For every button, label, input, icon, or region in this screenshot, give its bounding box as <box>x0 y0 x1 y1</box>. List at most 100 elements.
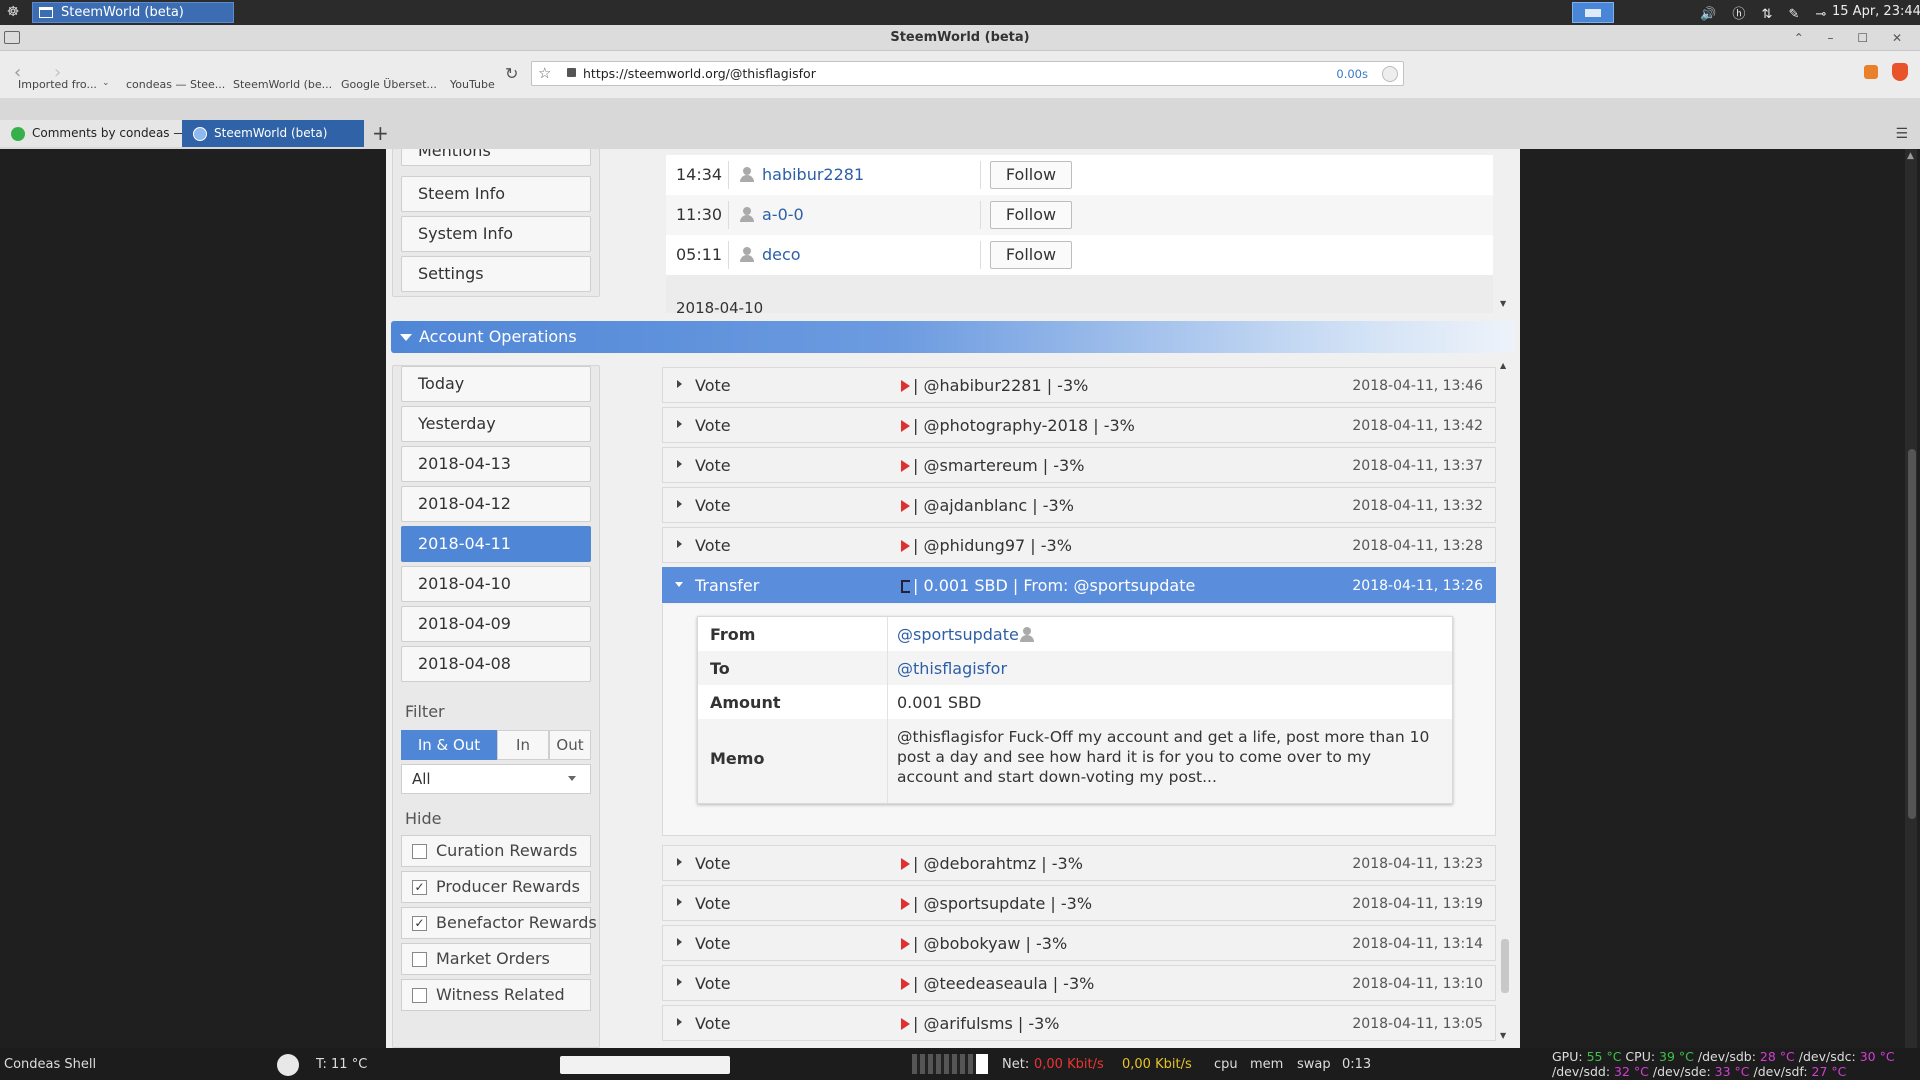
hide-producer-rewards[interactable]: ✓ Producer Rewards <box>401 871 591 903</box>
day-2018-04-12[interactable]: 2018-04-12 <box>401 486 591 522</box>
sidebar-item-mentions[interactable]: Mentions <box>401 149 591 166</box>
checkbox-checked[interactable]: ✓ <box>412 880 427 895</box>
expand-arrow-icon[interactable] <box>677 420 682 428</box>
day-2018-04-10[interactable]: 2018-04-10 <box>401 566 591 602</box>
window-titlebar[interactable]: SteemWorld (beta) ⌃ – ☐ ✕ <box>0 25 1920 51</box>
checkbox-unchecked[interactable] <box>412 952 427 967</box>
filter-label: Filter <box>405 702 445 721</box>
filter-out[interactable]: Out <box>549 730 591 760</box>
follow-button[interactable]: Follow <box>990 161 1072 189</box>
sidebar-item-system-info[interactable]: System Info <box>401 216 591 252</box>
hide-witness-related[interactable]: Witness Related <box>401 979 591 1011</box>
weather-moon-icon <box>277 1054 299 1076</box>
sde-label: /dev/sde: <box>1652 1064 1711 1079</box>
page-scrollbar[interactable]: ▲ <box>1905 149 1917 1048</box>
checkbox-unchecked[interactable] <box>412 844 427 859</box>
follower-user-link[interactable]: deco <box>762 245 801 264</box>
scroll-thumb[interactable] <box>1908 449 1916 819</box>
scroll-down-icon[interactable]: ▼ <box>1500 1031 1506 1040</box>
shell-label[interactable]: Condeas Shell <box>4 1057 96 1072</box>
sidebar-item-steem-info[interactable]: Steem Info <box>401 176 591 212</box>
operation-row[interactable]: Vote | @phidung97 | -3% 2018-04-11, 13:2… <box>662 527 1496 563</box>
operation-row[interactable]: Vote | @sportsupdate | -3% 2018-04-11, 1… <box>662 885 1496 921</box>
chevron-down-icon <box>568 776 576 781</box>
sdd-label: /dev/sdd: <box>1552 1064 1611 1079</box>
run-command-input[interactable] <box>560 1056 730 1074</box>
follower-row: 05:11 deco Follow <box>666 235 1493 275</box>
follow-button[interactable]: Follow <box>990 241 1072 269</box>
day-today[interactable]: Today <box>401 366 591 402</box>
follower-user-link[interactable]: a-0-0 <box>762 205 804 224</box>
day-yesterday[interactable]: Yesterday <box>401 406 591 442</box>
tab-steemworld[interactable]: SteemWorld (beta) <box>182 120 364 147</box>
expand-arrow-icon[interactable] <box>677 460 682 468</box>
day-2018-04-11[interactable]: 2018-04-11 <box>401 526 591 562</box>
bookmark-item[interactable]: condeas — Stee... <box>126 78 225 91</box>
collapse-triangle-icon[interactable] <box>400 334 412 341</box>
day-2018-04-13[interactable]: 2018-04-13 <box>401 446 591 482</box>
from-user-link[interactable]: @sportsupdate <box>897 625 1019 644</box>
operation-row[interactable]: Vote | @bobokyaw | -3% 2018-04-11, 13:14 <box>662 925 1496 961</box>
scroll-up-icon[interactable]: ▲ <box>1907 151 1914 161</box>
chevron-down-icon[interactable]: ⌄ <box>102 78 110 88</box>
amount-value: 0.001 SBD <box>897 693 982 712</box>
transfer-icon <box>901 580 910 593</box>
expand-arrow-icon[interactable] <box>677 380 682 388</box>
operation-row[interactable]: Vote | @smartereum | -3% 2018-04-11, 13:… <box>662 447 1496 483</box>
new-tab-button[interactable]: + <box>372 120 389 146</box>
follow-button[interactable]: Follow <box>990 201 1072 229</box>
user-icon[interactable] <box>1020 627 1034 642</box>
operation-row[interactable]: Vote | @ajdanblanc | -3% 2018-04-11, 13:… <box>662 487 1496 523</box>
operations-scrollbar[interactable]: ▲ ▼ <box>1500 361 1510 1045</box>
sidebar-item-settings[interactable]: Settings <box>401 256 591 292</box>
vote-flag-icon <box>901 1018 910 1030</box>
window-controls[interactable]: ⌃ – ☐ ✕ <box>1794 25 1912 51</box>
vote-flag-icon <box>901 420 910 432</box>
hamburger-menu-icon[interactable]: ☰ <box>1895 126 1908 142</box>
bookmark-item[interactable]: SteemWorld (be... <box>233 78 332 91</box>
window-menu-icon[interactable] <box>4 31 20 44</box>
day-2018-04-09[interactable]: 2018-04-09 <box>401 606 591 642</box>
type-select[interactable]: All <box>401 764 591 794</box>
scroll-down-icon[interactable]: ▼ <box>1500 299 1506 308</box>
bookmark-item[interactable]: Google Überset... <box>341 78 437 91</box>
expand-arrow-icon[interactable] <box>677 858 682 866</box>
operation-row-transfer[interactable]: Transfer | 0.001 SBD | From: @sportsupda… <box>662 567 1496 603</box>
bookmark-item[interactable]: Imported fro... <box>18 78 97 91</box>
checkbox-unchecked[interactable] <box>412 988 427 1003</box>
filter-in-out[interactable]: In & Out <box>401 730 497 760</box>
checkbox-checked[interactable]: ✓ <box>412 916 427 931</box>
scroll-up-icon[interactable]: ▲ <box>1500 361 1506 370</box>
collapse-arrow-icon[interactable] <box>675 582 683 587</box>
hide-benefactor-rewards[interactable]: ✓ Benefactor Rewards <box>401 907 597 939</box>
followers-scrollbar[interactable]: ▼ <box>1500 297 1510 311</box>
expand-arrow-icon[interactable] <box>677 500 682 508</box>
account-operations-header[interactable]: Account Operations <box>391 321 1515 353</box>
day-2018-04-08[interactable]: 2018-04-08 <box>401 646 591 682</box>
clock[interactable]: 15 Apr, 23:44 <box>1832 4 1920 19</box>
user-icon <box>740 247 754 262</box>
expand-arrow-icon[interactable] <box>677 938 682 946</box>
operation-row[interactable]: Vote | @teedeaseaula | -3% 2018-04-11, 1… <box>662 965 1496 1001</box>
operation-row[interactable]: Vote | @habibur2281 | -3% 2018-04-11, 13… <box>662 367 1496 403</box>
system-tray[interactable]: 🔊 ⓗ ⇅ ✎ ⊸ <box>1700 3 1832 22</box>
scroll-thumb[interactable] <box>1501 939 1509 993</box>
tab-comments[interactable]: Comments by condeas — <box>0 120 182 147</box>
operation-row[interactable]: Vote | @arifulsms | -3% 2018-04-11, 13:0… <box>662 1005 1496 1041</box>
expand-arrow-icon[interactable] <box>677 540 682 548</box>
bookmark-item[interactable]: YouTube <box>450 78 495 91</box>
operation-row[interactable]: Vote | @deborahtmz | -3% 2018-04-11, 13:… <box>662 845 1496 881</box>
taskbar-item-steemworld[interactable]: SteemWorld (beta) <box>32 2 234 23</box>
expand-arrow-icon[interactable] <box>677 898 682 906</box>
to-user-link[interactable]: @thisflagisfor <box>897 659 1007 678</box>
operation-row[interactable]: Vote | @photography-2018 | -3% 2018-04-1… <box>662 407 1496 443</box>
start-menu-icon[interactable]: ☸ <box>4 3 22 21</box>
hide-curation-rewards[interactable]: Curation Rewards <box>401 835 591 867</box>
hide-market-orders[interactable]: Market Orders <box>401 943 591 975</box>
workspace-switcher[interactable] <box>1572 2 1614 23</box>
filter-in[interactable]: In <box>497 730 549 760</box>
operation-desc: | 0.001 SBD | From: @sportsupdate <box>913 576 1196 595</box>
expand-arrow-icon[interactable] <box>677 1018 682 1026</box>
follower-user-link[interactable]: habibur2281 <box>762 165 864 184</box>
expand-arrow-icon[interactable] <box>677 978 682 986</box>
